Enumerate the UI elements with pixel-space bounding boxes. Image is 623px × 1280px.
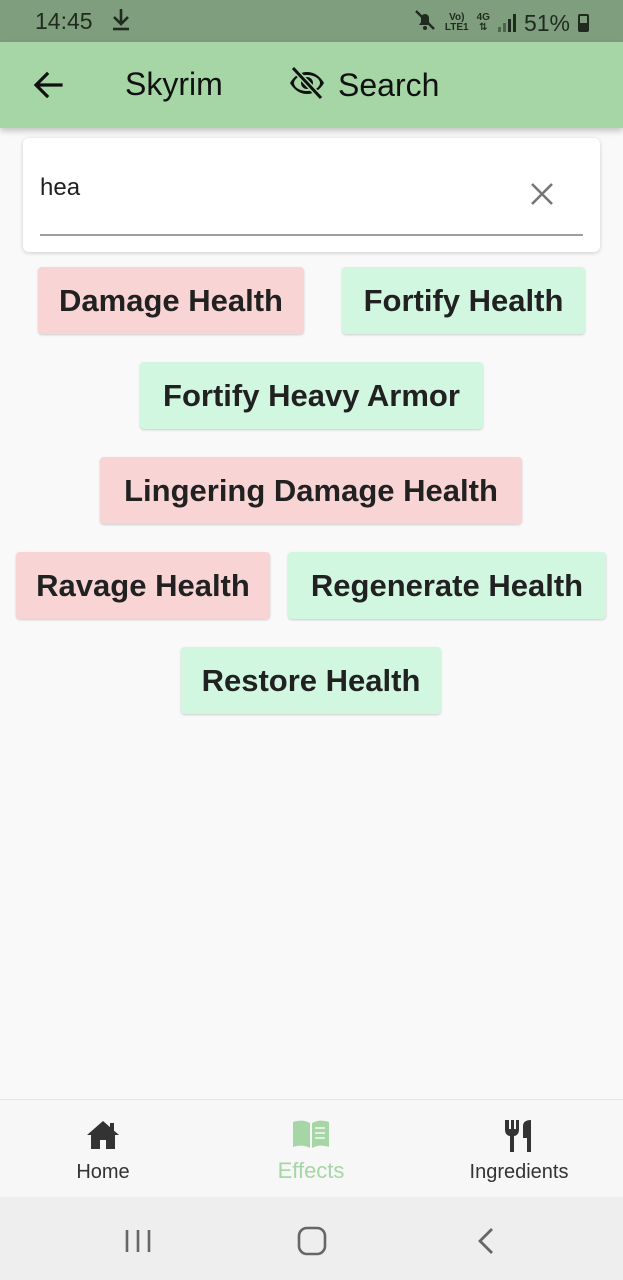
back-arrow-icon [33,71,63,99]
data-arrows-icon: ⇅ [479,22,488,33]
effect-chip-label: Fortify Heavy Armor [163,377,460,413]
volte-indicator: Vo) LTE1 [445,13,469,33]
book-icon [291,1118,331,1155]
search-toggle-label: Search [338,67,440,103]
app-title: Skyrim [125,66,223,102]
bottom-nav: Home Effects Ingredients [0,1099,623,1198]
effect-chip-label: Ravage Health [36,567,250,603]
recents-icon [125,1230,151,1252]
effect-chip-fortify-health[interactable]: Fortify Health [342,267,585,334]
effect-chip-ravage-health[interactable]: Ravage Health [16,552,270,619]
signal-icon [497,14,516,32]
back-chevron-icon [478,1228,493,1254]
system-nav-bar [0,1197,623,1280]
search-input[interactable] [40,168,520,208]
nav-effects-label: Effects [277,1158,345,1183]
effect-chip-label: Restore Health [201,662,421,698]
effect-chip-fortify-heavy-armor[interactable]: Fortify Heavy Armor [140,362,483,429]
effect-chip-label: Damage Health [59,282,283,318]
search-card [23,138,600,252]
lte-label: LTE1 [444,22,469,33]
recents-button[interactable] [118,1221,158,1261]
effect-chip-lingering-damage-health[interactable]: Lingering Damage Health [100,457,522,524]
status-right: Vo) LTE1 4G ⇅ 51% [413,8,589,38]
network-indicator: 4G ⇅ [477,13,490,33]
status-bar: 14:45 Vo) LTE1 4G ⇅ 51% [0,0,623,42]
back-system-button[interactable] [466,1221,506,1261]
search-underline [40,234,583,236]
search-toggle-button[interactable]: Search [288,65,439,106]
nav-effects[interactable]: Effects [231,1100,391,1198]
download-icon [110,6,132,38]
back-button[interactable] [32,68,64,102]
effect-chip-label: Fortify Health [363,282,564,318]
nav-home-label: Home [76,1161,130,1183]
battery-icon [578,14,589,32]
battery-level: 51% [523,9,570,36]
effect-chip-restore-health[interactable]: Restore Health [181,647,441,714]
home-circle-icon [297,1226,327,1256]
visibility-off-icon [288,65,326,106]
nav-ingredients-label: Ingredients [469,1161,569,1183]
effect-chip-label: Regenerate Health [310,567,584,603]
effect-chip-regenerate-health[interactable]: Regenerate Health [288,552,606,619]
clear-search-button[interactable] [526,178,558,210]
effect-chip-damage-health[interactable]: Damage Health [38,267,304,334]
nav-home[interactable]: Home [23,1100,183,1198]
app-bar: Skyrim Search [0,42,623,128]
cutlery-icon [501,1118,537,1159]
home-system-button[interactable] [292,1221,332,1261]
effect-chip-label: Lingering Damage Health [124,472,498,508]
mute-icon [413,8,437,38]
close-icon [531,183,553,205]
nav-ingredients[interactable]: Ingredients [439,1100,599,1198]
home-icon [85,1118,121,1157]
status-time: 14:45 [35,8,93,34]
